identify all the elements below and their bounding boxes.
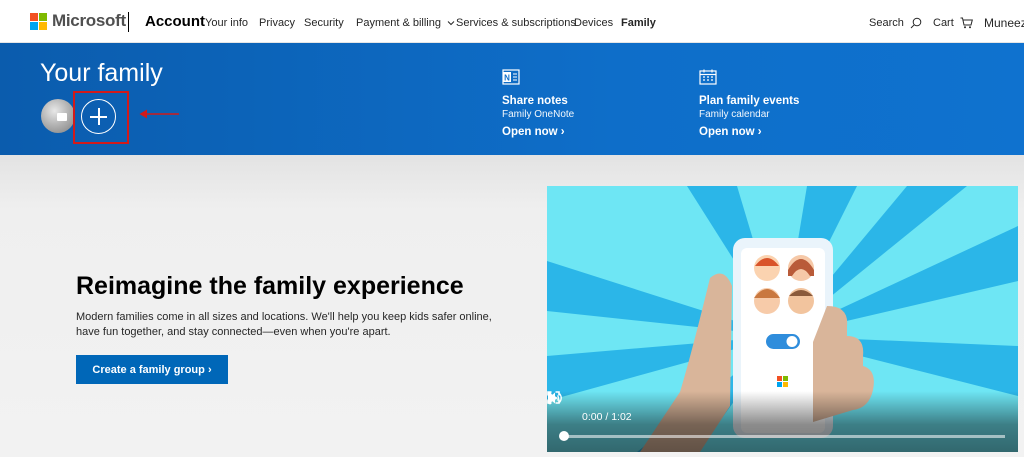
- family-member-avatar[interactable]: [41, 99, 75, 133]
- nav-payment-billing-label: Payment & billing: [356, 17, 441, 29]
- svg-text:N: N: [504, 74, 510, 83]
- create-family-group-button[interactable]: Create a family group ›: [76, 355, 228, 384]
- nav-security[interactable]: Security: [304, 17, 344, 29]
- nav-payment-billing[interactable]: Payment & billing: [356, 17, 455, 29]
- video-progress-track[interactable]: [563, 435, 1005, 438]
- open-onenote-label: Open now: [502, 126, 558, 138]
- create-family-group-label: Create a family group: [92, 363, 205, 376]
- cart-button[interactable]: Cart: [933, 17, 973, 29]
- nav-family[interactable]: Family: [621, 17, 656, 29]
- account-title[interactable]: Account: [145, 13, 205, 30]
- promo-share-notes-subtitle: Family OneNote: [502, 109, 575, 120]
- search-label: Search: [869, 17, 904, 29]
- hero-title: Reimagine the family experience: [76, 272, 464, 300]
- video-controls: 0:00 / 1:02: [547, 391, 1018, 452]
- brand-name[interactable]: Microsoft: [52, 11, 126, 31]
- nav-services-subscriptions[interactable]: Services & subscriptions: [456, 17, 576, 29]
- chevron-down-icon: [447, 21, 455, 26]
- chevron-right-icon: ›: [207, 363, 212, 376]
- promo-plan-events-subtitle: Family calendar: [699, 109, 770, 120]
- arrow-left-icon: [139, 109, 179, 119]
- open-calendar-label: Open now: [699, 126, 755, 138]
- search-icon: [910, 17, 922, 29]
- page-title: Your family: [40, 59, 163, 87]
- top-navigation: Microsoft Account Your info Privacy Secu…: [0, 0, 1024, 43]
- user-menu[interactable]: Muneeza: [984, 16, 1024, 30]
- promo-share-notes: N Share notes Family OneNote Open now ›: [502, 69, 574, 138]
- video-time: 0:00 / 1:02: [582, 411, 632, 423]
- family-video-player[interactable]: 0:00 / 1:02: [547, 186, 1018, 452]
- promo-plan-events: Plan family events Family calendar Open …: [699, 69, 799, 138]
- promo-share-notes-title: Share notes: [502, 95, 568, 107]
- chevron-right-icon: ›: [560, 126, 565, 138]
- family-banner: Your family N Share notes Family OneNote…: [0, 43, 1024, 155]
- cart-icon: [960, 17, 973, 29]
- promo-plan-events-title: Plan family events: [699, 95, 800, 107]
- cart-label: Cart: [933, 17, 954, 29]
- highlight-annotation-box: [73, 91, 129, 144]
- open-calendar-link[interactable]: Open now ›: [699, 126, 799, 138]
- onenote-icon: N: [502, 69, 520, 85]
- nav-devices[interactable]: Devices: [574, 17, 613, 29]
- chevron-right-icon: ›: [757, 126, 762, 138]
- brand-divider: [128, 12, 129, 32]
- video-progress-thumb[interactable]: [559, 431, 569, 441]
- calendar-icon: [699, 69, 717, 85]
- search-button[interactable]: Search: [869, 17, 922, 29]
- nav-your-info[interactable]: Your info: [205, 17, 248, 29]
- microsoft-logo-icon[interactable]: [30, 13, 47, 30]
- nav-privacy[interactable]: Privacy: [259, 17, 295, 29]
- more-icon[interactable]: [547, 391, 553, 405]
- hero-description: Modern families come in all sizes and lo…: [76, 311, 492, 338]
- open-onenote-link[interactable]: Open now ›: [502, 126, 574, 138]
